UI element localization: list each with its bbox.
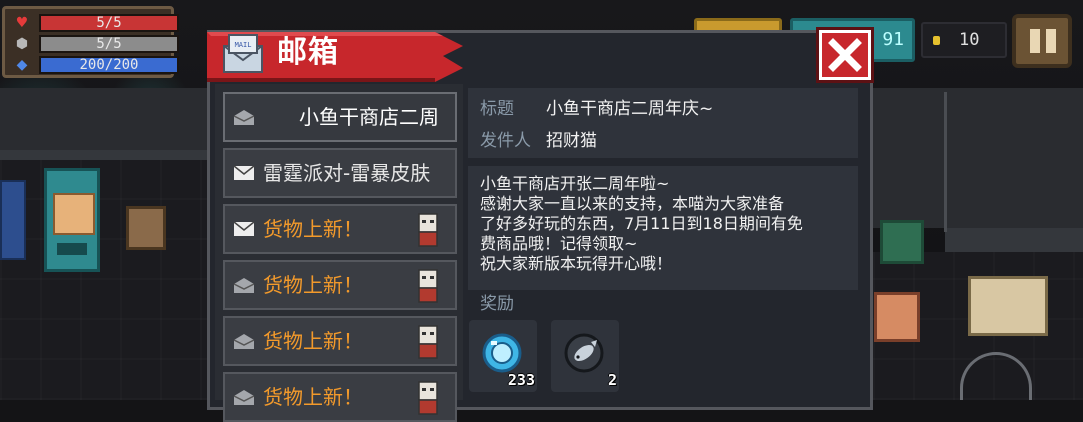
- mail-list: 小鱼干商店二周 雷霆派对-雷暴皮肤 货物上新！ 货物上新！ 货物上新！ 货物上新…: [215, 84, 463, 422]
- reward-count: 2: [607, 371, 617, 389]
- mail-body-line: 感谢大家一直以来的支持，本喵为大家准备: [480, 194, 785, 213]
- game-wall-right: [873, 88, 1083, 228]
- weapon-sign-prop: [968, 276, 1048, 336]
- claw-machine: [44, 168, 100, 272]
- subject-value: 小鱼干商店二周年庆~: [546, 99, 714, 119]
- mail-body-line: 费商品哦！记得领取~: [480, 234, 638, 253]
- game-wall-edge: [0, 150, 210, 160]
- close-button[interactable]: [819, 30, 871, 80]
- opened-envelope-icon: [233, 390, 255, 405]
- hp-bar: 5/5: [39, 14, 179, 32]
- cat-sender-icon: [418, 269, 438, 303]
- coin-count: 10: [959, 30, 980, 50]
- mail-item-label: 货物上新！: [263, 385, 363, 409]
- game-floor: [0, 160, 210, 400]
- subject-label: 标题: [480, 99, 514, 119]
- mail-item-label: 货物上新！: [263, 273, 363, 297]
- gem-icon: [482, 333, 522, 373]
- game-pipe: [944, 92, 947, 232]
- mail-list-item[interactable]: 雷霆派对-雷暴皮肤: [223, 148, 457, 198]
- shield-icon: ⬢: [15, 36, 29, 52]
- mail-body-line: 小鱼干商店开张二周年啦~: [480, 174, 670, 193]
- player-character: [0, 180, 26, 260]
- hp-row: ♥ 5/5: [13, 14, 179, 32]
- reward-label: 奖励: [480, 294, 514, 314]
- npc-merchant: [874, 292, 920, 342]
- energy-row: ◆ 200/200: [13, 56, 179, 74]
- opened-envelope-icon: [233, 110, 255, 125]
- fish-icon: [564, 333, 604, 373]
- mail-list-item[interactable]: 货物上新！: [223, 204, 457, 254]
- reward-count: 233: [507, 371, 535, 389]
- armor-bar: 5/5: [39, 35, 179, 53]
- pause-icon: [1030, 29, 1040, 53]
- mail-title-ribbon: MAIL 邮箱: [207, 28, 465, 84]
- close-icon: [828, 38, 862, 72]
- opened-envelope-icon: [233, 278, 255, 293]
- sender-label: 发件人: [480, 131, 531, 151]
- terminal-prop: [880, 220, 924, 264]
- cat-sender-icon: [418, 213, 438, 247]
- pause-icon-bar: [1046, 29, 1056, 53]
- mail-envelope-icon: MAIL: [223, 34, 263, 73]
- coin-icon: [933, 36, 940, 45]
- reward-slot-fish[interactable]: 2: [551, 320, 619, 392]
- mail-item-label: 货物上新！: [263, 329, 363, 353]
- envelope-icon: [233, 165, 255, 180]
- player-stats-panel: ♥ 5/5 ⬢ 5/5 ◆ 200/200: [2, 6, 179, 78]
- armor-row: ⬢ 5/5: [13, 35, 179, 53]
- sender-value: 招财猫: [546, 131, 597, 151]
- mail-item-label: 小鱼干商店二周: [299, 105, 439, 129]
- mail-list-item[interactable]: 货物上新！: [223, 372, 457, 422]
- cabinet-prop: [126, 206, 166, 250]
- svg-text:MAIL: MAIL: [235, 41, 252, 49]
- opened-envelope-icon: [233, 334, 255, 349]
- game-wall-edge-right: [945, 228, 1083, 252]
- heart-icon: ♥: [15, 15, 29, 31]
- pause-button[interactable]: [1012, 14, 1072, 68]
- mail-window-title: 邮箱: [277, 35, 339, 70]
- cat-sender-icon: [418, 325, 438, 359]
- mail-item-label: 雷霆派对-雷暴皮肤: [263, 161, 431, 185]
- mail-header-box: 标题 小鱼干商店二周年庆~ 发件人 招财猫: [468, 88, 858, 158]
- mail-item-label: 货物上新！: [263, 217, 363, 241]
- cat-sender-icon: [418, 381, 438, 415]
- mail-body-box: 小鱼干商店开张二周年啦~ 感谢大家一直以来的支持，本喵为大家准备 了好多好玩的东…: [468, 166, 858, 290]
- mail-list-item[interactable]: 货物上新！: [223, 260, 457, 310]
- mail-list-item[interactable]: 货物上新！: [223, 316, 457, 366]
- energy-diamond-icon: ◆: [16, 57, 28, 73]
- reward-slot-gem[interactable]: 233: [469, 320, 537, 392]
- energy-bar: 200/200: [39, 56, 179, 74]
- coin-counter: 10: [921, 22, 1007, 58]
- mail-body-line: 祝大家新版本玩得开心哦！: [480, 254, 673, 273]
- mail-list-item[interactable]: 小鱼干商店二周: [223, 92, 457, 142]
- envelope-icon: [233, 221, 255, 236]
- game-wall: [0, 88, 210, 158]
- mail-body-line: 了好多好玩的东西，7月11日到18日期间有免: [480, 214, 803, 233]
